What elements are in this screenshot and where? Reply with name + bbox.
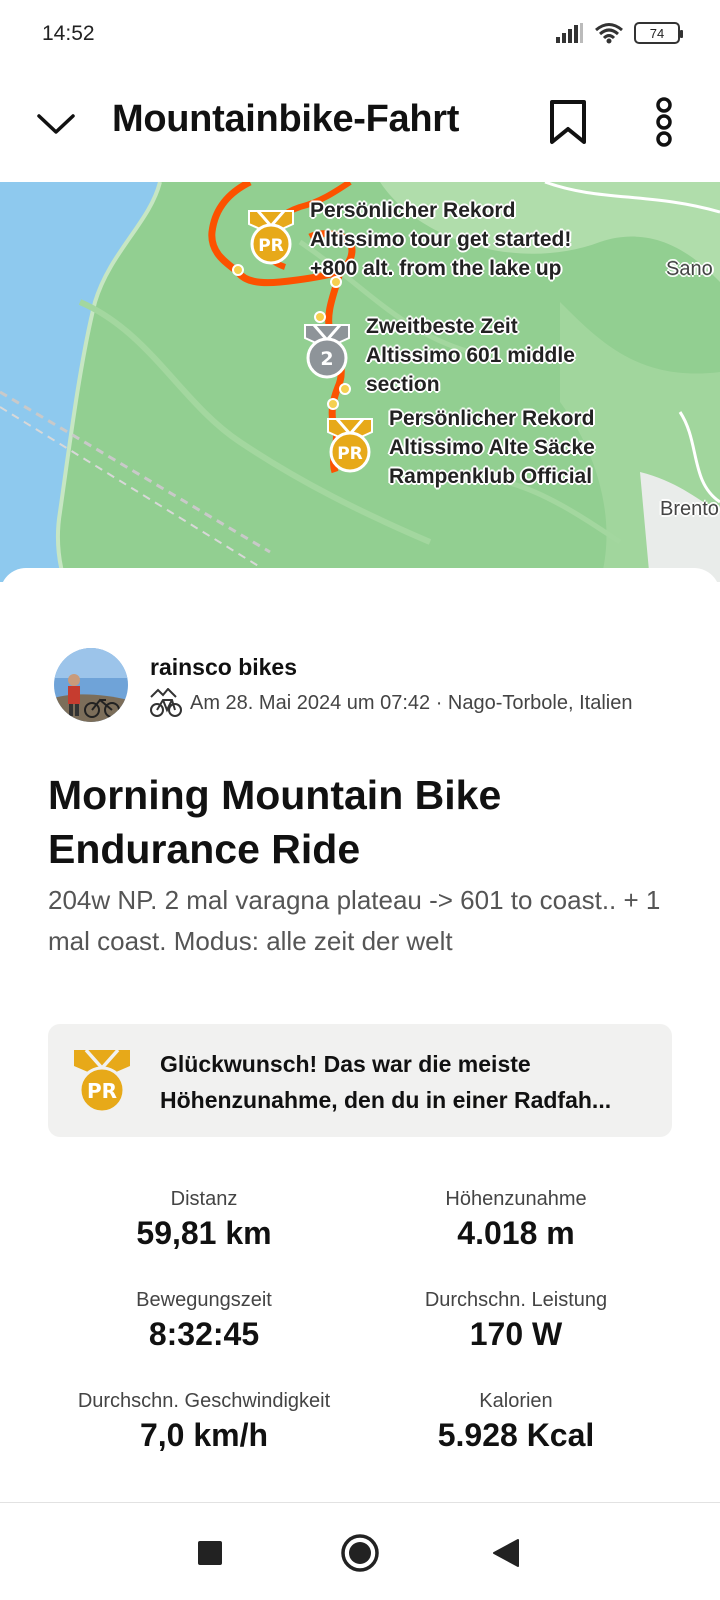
svg-text:2: 2 [320,348,333,370]
stat-label: Distanz [170,1188,238,1210]
segment-label-line: Zweitbeste Zeit [366,315,518,338]
stat-label: Durchschn. Leistung [424,1289,608,1311]
place-label: Sano [666,258,713,280]
app-header: Mountainbike-Fahrt [0,70,720,182]
activity-date-location: Am 28. Mai 2024 um 07:42 · Nago-Torbole,… [190,691,633,714]
system-nav-bar [0,1503,720,1600]
segment-label-line: +800 alt. from the lake up [310,257,562,280]
home-circle-icon [341,1534,379,1572]
stat-calories: Kalorien 5.928 Kcal [360,1390,672,1454]
more-vertical-icon [656,97,672,147]
stat-distance: Distanz 59,81 km [48,1188,360,1252]
segment-label-line: Altissimo tour get started! [310,228,572,251]
activity-card: rainsco bikes Am 28. Mai 2024 um 07:42 ·… [0,568,720,1502]
segment-label[interactable]: Zweitbeste Zeit Altissimo 601 middle sec… [366,312,575,399]
status-bar: 14:52 74 [0,0,720,70]
segment-label-line: Persönlicher Rekord [389,407,595,430]
collapse-button[interactable] [30,98,82,150]
stat-avg-power: Durchschn. Leistung 170 W [360,1289,672,1353]
achievement-line: Glückwunsch! Das war die meiste [160,1051,531,1077]
status-time: 14:52 [42,22,95,45]
pr-medal-icon[interactable]: PR [325,416,375,474]
stat-elevation: Höhenzunahme 4.018 m [360,1188,672,1252]
battery-icon: 74 [634,22,683,44]
status-icons: 74 [556,22,683,44]
segment-label-line: section [366,373,440,396]
silver-medal-icon[interactable]: 2 [302,322,352,380]
stat-value: 59,81 km [136,1215,272,1251]
square-icon [198,1541,222,1565]
chevron-down-icon [37,114,75,134]
wifi-icon [595,23,623,44]
stat-value: 7,0 km/h [139,1417,269,1453]
stat-label: Bewegungszeit [136,1289,272,1311]
segment-label-line: Rampenklub Official [389,465,593,488]
bookmark-icon [550,100,586,144]
stat-avg-speed: Durchschn. Geschwindigkeit 7,0 km/h [48,1390,360,1454]
athlete-name[interactable]: rainsco bikes [150,654,297,681]
stat-value: 170 W [469,1316,563,1352]
stat-value: 5.928 Kcal [437,1417,595,1453]
battery-level: 74 [649,25,665,41]
segment-label-line: Persönlicher Rekord [310,199,516,222]
pr-medal-icon[interactable]: PR [246,208,296,266]
more-options-button[interactable] [638,92,690,152]
achievement-banner[interactable]: PR Glückwunsch! Das war die meiste Höhen… [48,1024,672,1137]
segment-label-line: Altissimo 601 middle [366,344,575,367]
segment-label[interactable]: Persönlicher Rekord Altissimo tour get s… [310,196,571,283]
mountain-bike-icon [150,688,182,717]
signal-icon [556,23,583,43]
recents-button[interactable] [186,1529,234,1577]
stat-label: Kalorien [479,1390,553,1412]
segment-label-line: Altissimo Alte Säcke [389,436,595,459]
activity-title: Morning Mountain Bike Endurance Ride [48,772,502,872]
avatar[interactable] [54,648,128,722]
segment-label[interactable]: Persönlicher Rekord Altissimo Alte Säcke… [389,404,595,491]
svg-text:PR: PR [337,444,363,464]
place-label: Brento [660,498,719,520]
stat-label: Durchschn. Geschwindigkeit [77,1390,331,1412]
achievement-text: Glückwunsch! Das war die meiste Höhenzun… [160,1046,650,1118]
stat-value: 8:32:45 [148,1316,260,1352]
triangle-back-icon [493,1539,519,1567]
activity-description: 204w NP. 2 mal varagna plateau -> 601 to… [48,885,661,956]
home-button[interactable] [336,1529,384,1577]
bookmark-button[interactable] [542,92,594,152]
svg-text:PR: PR [87,1079,117,1103]
back-button[interactable] [482,1529,530,1577]
activity-meta: Am 28. Mai 2024 um 07:42 · Nago-Torbole,… [150,688,632,718]
achievement-line: Höhenzunahme, den du in einer Radfah... [160,1087,612,1113]
stat-label: Höhenzunahme [445,1188,587,1210]
route-map[interactable]: PR Persönlicher Rekord Altissimo tour ge… [0,182,720,582]
stat-value: 4.018 m [457,1215,575,1251]
svg-text:PR: PR [258,236,284,256]
stat-moving-time: Bewegungszeit 8:32:45 [48,1289,360,1353]
page-title: Mountainbike-Fahrt [112,98,460,140]
pr-medal-icon: PR [72,1048,132,1119]
